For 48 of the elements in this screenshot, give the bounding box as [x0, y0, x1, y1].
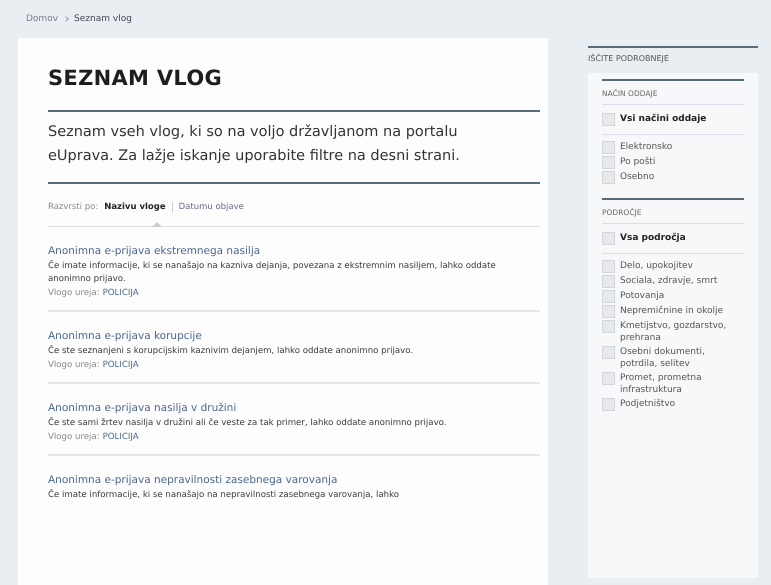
sort-label: Razvrsti po:: [48, 202, 98, 212]
checkbox[interactable]: [602, 141, 615, 154]
checkbox[interactable]: [602, 305, 615, 318]
current-page: Seznam vlog: [74, 14, 132, 24]
checkbox[interactable]: [602, 260, 615, 273]
filter-option: Potovanja: [620, 290, 664, 302]
checkbox[interactable]: [602, 275, 615, 288]
application-description: Če imate informacije, ki se nanašajo na kazniva dejanja, povezana z ekstremnim nasiljem, lahko oddate anonimno prijavo.: [48, 260, 497, 286]
filter-option: Osebno: [620, 171, 654, 183]
owner-link[interactable]: POLICIJA: [102, 360, 139, 370]
owner-link[interactable]: POLICIJA: [102, 288, 139, 298]
owner-label: Vlogo ureja:: [48, 288, 100, 298]
filter-option: Po pošti: [620, 156, 656, 168]
application-description: Če imate informacije, ki se nanašajo na nepravilnosti zasebnega varovanja, lahko: [48, 489, 400, 502]
application-description: Če ste seznanjeni s korupcijskim kaznivim dejanjem, lahko oddate anonimno prijavo.: [48, 345, 414, 358]
filter-option: Elektronsko: [620, 141, 672, 153]
application-link[interactable]: Anonimna e-prijava nepravilnosti zasebnega varovanja: [48, 474, 338, 486]
filter-option: Nepremičnine in okolje: [620, 305, 724, 317]
sort-option[interactable]: Nazivu vloge: [104, 202, 166, 212]
checkbox[interactable]: [602, 171, 615, 184]
page-title: SEZNAM VLOG: [48, 66, 224, 90]
checkbox[interactable]: [602, 320, 615, 333]
filter-option: Kmetijstvo, gozdarstvo, prehrana: [620, 320, 744, 344]
owner-link[interactable]: POLICIJA: [102, 432, 139, 442]
checkbox[interactable]: [602, 372, 615, 385]
checkbox[interactable]: [602, 232, 615, 245]
checkbox[interactable]: [602, 346, 615, 359]
filter-option: Promet, prometna infrastruktura: [620, 372, 744, 396]
filter-option: Podjetništvo: [620, 398, 676, 410]
owner-label: Vlogo ureja:: [48, 432, 100, 442]
application-link[interactable]: Anonimna e-prijava korupcije: [48, 330, 202, 342]
checkbox[interactable]: [602, 113, 615, 126]
owner-label: Vlogo ureja:: [48, 360, 100, 370]
application-link[interactable]: Anonimna e-prijava ekstremnega nasilja: [48, 245, 260, 257]
filter-option: Sociala, zdravje, smrt: [620, 275, 718, 287]
sort-option[interactable]: Datumu objave: [178, 202, 244, 212]
chevron-icon: [63, 16, 69, 22]
filter-option: Delo, upokojitev: [620, 260, 693, 272]
filter-option: Osebni dokumenti, potrdila, selitev: [620, 346, 744, 370]
filter-option: Vsi načini oddaje: [620, 113, 706, 125]
application-link[interactable]: Anonimna e-prijava nasilja v družini: [48, 402, 236, 414]
checkbox[interactable]: [602, 156, 615, 169]
intro-text: Seznam vseh vlog, ki so na voljo državljanom na portalu eUprava. Za lažje iskanje uporabite filtre na desni strani.: [48, 110, 540, 184]
checkbox[interactable]: [602, 290, 615, 303]
breadcrumb-link[interactable]: Domov: [26, 14, 58, 24]
checkbox[interactable]: [602, 398, 615, 411]
application-description: Če ste sami žrtev nasilja v družini ali če veste za tak primer, lahko oddate anonimno prijavo.: [48, 417, 448, 430]
filter-option: Vsa področja: [620, 232, 686, 244]
